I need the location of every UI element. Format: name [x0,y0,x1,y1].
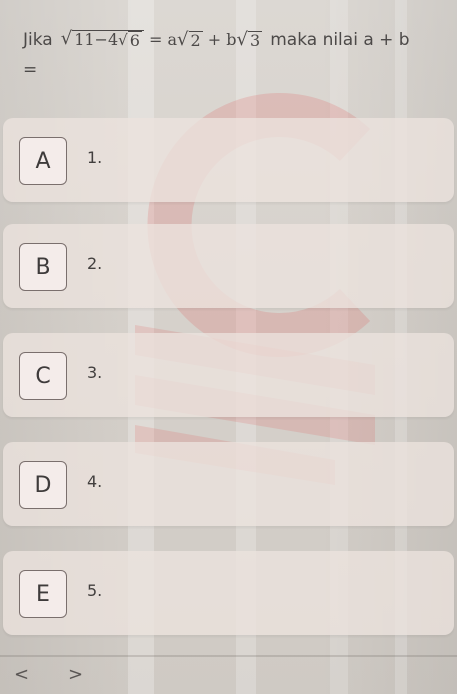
divider [0,655,457,657]
option-letter: D [19,461,67,509]
inner-radical: √ 6 [118,31,142,50]
option-text: 2. [87,254,103,273]
next-arrow-icon[interactable]: > [68,664,83,685]
radicand-2: 2 [188,30,203,50]
radical-inner-text: 6 [127,31,142,50]
option-a[interactable]: A 1. [3,118,454,202]
question-prefix: Jika [23,30,53,50]
radical-outer-text: 11−4 [74,30,119,49]
option-d[interactable]: D 4. [3,442,454,526]
option-letter: E [19,570,67,618]
coef-a: a [167,30,178,49]
option-letter: B [19,243,67,291]
question-line2: = [23,60,38,80]
radicand-3: 3 [248,30,263,50]
option-text: 1. [87,148,103,167]
prev-arrow-icon[interactable]: < [14,664,29,685]
option-text: 3. [87,363,103,382]
option-text: 5. [87,581,103,600]
option-e[interactable]: E 5. [3,551,454,635]
option-letter: C [19,352,67,400]
coef-b: b [226,30,237,49]
equals-sign: = [148,30,163,49]
option-c[interactable]: C 3. [3,333,454,417]
option-letter: A [19,137,67,185]
outer-radical: √ 11−4 √ 6 [61,30,144,50]
question-suffix: maka nilai a + b [270,30,410,50]
question: Jika √ 11−4 √ 6 = a √ 2 + b √ 3 maka nilai a +… [23,28,447,82]
option-text: 4. [87,472,103,491]
question-equation: √ 11−4 √ 6 = a √ 2 + b √ 3 [60,28,263,50]
option-b[interactable]: B 2. [3,224,454,308]
plus-sign: + [207,30,222,49]
